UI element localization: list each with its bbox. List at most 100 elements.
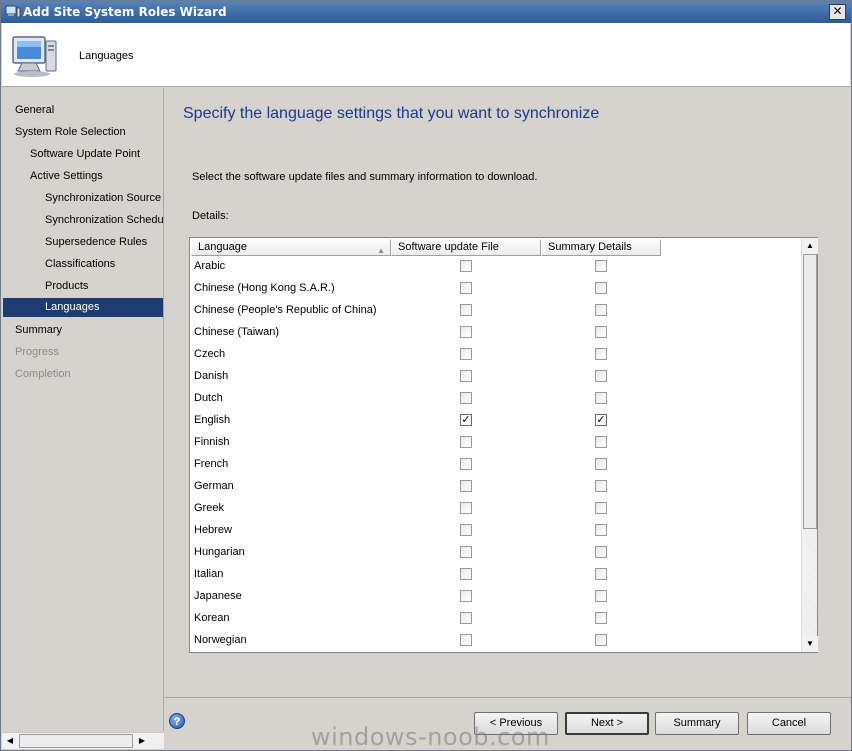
close-button[interactable]: ✕ bbox=[829, 4, 846, 20]
table-row[interactable]: Chinese (People's Republic of China) bbox=[191, 300, 801, 322]
summary-details-checkbox[interactable] bbox=[595, 392, 607, 404]
language-name: English bbox=[194, 414, 231, 426]
sidebar-item-synchronization-source[interactable]: Synchronization Source bbox=[45, 189, 163, 207]
vertical-scrollbar[interactable]: ▲ ▼ bbox=[801, 238, 818, 652]
sidebar-item-general[interactable]: General bbox=[15, 101, 54, 119]
table-row[interactable]: Norwegian bbox=[191, 630, 801, 652]
table-row[interactable]: English ✓ ✓ bbox=[191, 410, 801, 432]
window-title: Add Site System Roles Wizard bbox=[23, 5, 227, 19]
software-update-file-checkbox[interactable] bbox=[460, 436, 472, 448]
scroll-thumb[interactable] bbox=[803, 254, 817, 529]
table-row[interactable]: Chinese (Taiwan) bbox=[191, 322, 801, 344]
sidebar-item-languages[interactable]: Languages bbox=[3, 298, 163, 317]
column-header-label: Language bbox=[198, 241, 247, 253]
details-label: Details: bbox=[192, 210, 229, 222]
software-update-file-checkbox[interactable] bbox=[460, 326, 472, 338]
table-row[interactable]: French bbox=[191, 454, 801, 476]
summary-details-checkbox[interactable] bbox=[595, 502, 607, 514]
language-name: Korean bbox=[194, 612, 230, 624]
software-update-file-checkbox[interactable] bbox=[460, 458, 472, 470]
software-update-file-checkbox[interactable] bbox=[460, 546, 472, 558]
language-list[interactable]: Language ▲ Software update File Summary … bbox=[189, 237, 818, 653]
sidebar-item-classifications[interactable]: Classifications bbox=[45, 255, 115, 273]
table-row[interactable]: German bbox=[191, 476, 801, 498]
software-update-file-checkbox[interactable] bbox=[460, 260, 472, 272]
summary-details-checkbox[interactable] bbox=[595, 480, 607, 492]
scroll-up-icon[interactable]: ▲ bbox=[802, 238, 818, 254]
cancel-button[interactable]: Cancel bbox=[747, 712, 831, 735]
software-update-file-checkbox[interactable] bbox=[460, 612, 472, 624]
software-update-file-checkbox[interactable] bbox=[460, 392, 472, 404]
software-update-file-checkbox[interactable] bbox=[460, 568, 472, 580]
table-row[interactable]: Czech bbox=[191, 344, 801, 366]
table-row[interactable]: Dutch bbox=[191, 388, 801, 410]
summary-details-checkbox[interactable] bbox=[595, 326, 607, 338]
sidebar-item-products[interactable]: Products bbox=[45, 277, 88, 295]
table-row[interactable]: Hebrew bbox=[191, 520, 801, 542]
language-name: Italian bbox=[194, 568, 224, 580]
next-button[interactable]: Next > bbox=[565, 712, 649, 735]
column-header-language[interactable]: Language ▲ bbox=[191, 239, 391, 256]
software-update-file-checkbox[interactable] bbox=[460, 348, 472, 360]
software-update-file-checkbox[interactable] bbox=[460, 304, 472, 316]
software-update-file-checkbox[interactable] bbox=[460, 524, 472, 536]
sidebar-item-system-role-selection[interactable]: System Role Selection bbox=[15, 123, 126, 141]
table-row[interactable]: Hungarian bbox=[191, 542, 801, 564]
summary-details-checkbox[interactable]: ✓ bbox=[595, 414, 607, 426]
summary-button[interactable]: Summary bbox=[655, 712, 739, 735]
software-update-file-checkbox[interactable] bbox=[460, 634, 472, 646]
sidebar-item-supersedence-rules[interactable]: Supersedence Rules bbox=[45, 233, 147, 251]
table-row[interactable]: Greek bbox=[191, 498, 801, 520]
sidebar-item-software-update-point[interactable]: Software Update Point bbox=[30, 145, 140, 163]
summary-details-checkbox[interactable] bbox=[595, 282, 607, 294]
page-heading: Specify the language settings that you w… bbox=[183, 105, 600, 122]
software-update-file-checkbox[interactable] bbox=[460, 590, 472, 602]
scroll-down-icon[interactable]: ▼ bbox=[802, 636, 818, 652]
summary-details-checkbox[interactable] bbox=[595, 524, 607, 536]
scroll-track[interactable] bbox=[803, 530, 817, 636]
summary-details-checkbox[interactable] bbox=[595, 590, 607, 602]
language-name: Finnish bbox=[194, 436, 230, 448]
sidebar-item-summary[interactable]: Summary bbox=[15, 321, 62, 339]
scroll-left-icon[interactable]: ◀ bbox=[2, 733, 18, 749]
language-name: Chinese (Hong Kong S.A.R.) bbox=[194, 282, 335, 294]
wizard-header: Languages bbox=[2, 23, 850, 87]
summary-details-checkbox[interactable] bbox=[595, 612, 607, 624]
software-update-file-checkbox[interactable] bbox=[460, 502, 472, 514]
table-row[interactable]: Danish bbox=[191, 366, 801, 388]
title-bar[interactable]: Add Site System Roles Wizard ✕ bbox=[1, 1, 851, 23]
summary-details-checkbox[interactable] bbox=[595, 546, 607, 558]
software-update-file-checkbox[interactable]: ✓ bbox=[460, 414, 472, 426]
software-update-file-checkbox[interactable] bbox=[460, 480, 472, 492]
table-row[interactable]: Finnish bbox=[191, 432, 801, 454]
scroll-thumb[interactable] bbox=[19, 734, 133, 748]
table-row[interactable]: Arabic bbox=[191, 256, 801, 278]
summary-details-checkbox[interactable] bbox=[595, 436, 607, 448]
horizontal-scrollbar[interactable]: ◀ ▶ bbox=[2, 732, 164, 749]
scroll-right-icon[interactable]: ▶ bbox=[134, 733, 150, 749]
sidebar-item-active-settings[interactable]: Active Settings bbox=[30, 167, 103, 185]
column-header-summary-details[interactable]: Summary Details bbox=[541, 239, 661, 256]
summary-details-checkbox[interactable] bbox=[595, 568, 607, 580]
table-row[interactable]: Japanese bbox=[191, 586, 801, 608]
footer-divider bbox=[165, 697, 851, 698]
wizard-window: Add Site System Roles Wizard ✕ Languages… bbox=[0, 0, 852, 751]
column-header-software-update-file[interactable]: Software update File bbox=[391, 239, 541, 256]
help-icon[interactable]: ? bbox=[169, 713, 185, 729]
summary-details-checkbox[interactable] bbox=[595, 458, 607, 470]
table-row[interactable]: Chinese (Hong Kong S.A.R.) bbox=[191, 278, 801, 300]
table-row[interactable]: Italian bbox=[191, 564, 801, 586]
language-name: Greek bbox=[194, 502, 224, 514]
table-row[interactable]: Korean bbox=[191, 608, 801, 630]
software-update-file-checkbox[interactable] bbox=[460, 370, 472, 382]
summary-details-checkbox[interactable] bbox=[595, 304, 607, 316]
sidebar-item-synchronization-schedule[interactable]: Synchronization Schedule bbox=[45, 211, 163, 229]
computer-icon bbox=[5, 5, 21, 18]
summary-details-checkbox[interactable] bbox=[595, 260, 607, 272]
summary-details-checkbox[interactable] bbox=[595, 348, 607, 360]
summary-details-checkbox[interactable] bbox=[595, 634, 607, 646]
language-name: Czech bbox=[194, 348, 226, 360]
summary-details-checkbox[interactable] bbox=[595, 370, 607, 382]
software-update-file-checkbox[interactable] bbox=[460, 282, 472, 294]
language-name: Chinese (Taiwan) bbox=[194, 326, 279, 338]
